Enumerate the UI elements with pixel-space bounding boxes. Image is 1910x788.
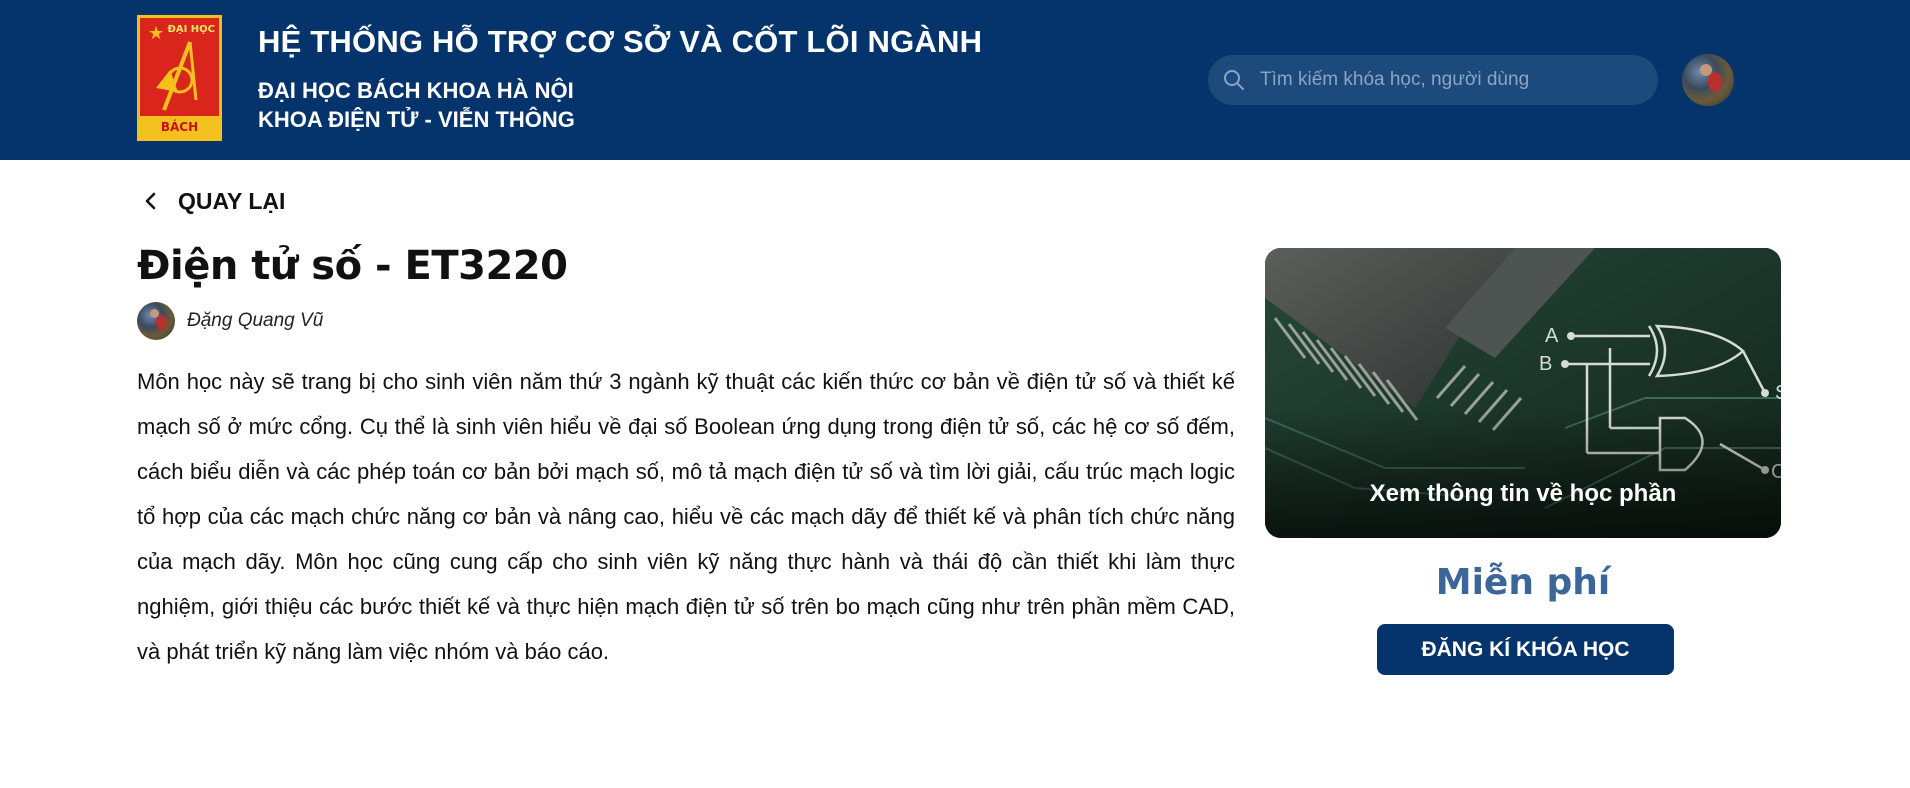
user-avatar[interactable] [1682,54,1734,106]
course-info-card[interactable]: A B S C Xem thông tin về học phần [1265,248,1781,538]
faculty-name: KHOA ĐIỆN TỬ - VIỄN THÔNG [258,107,575,132]
author-avatar[interactable] [137,302,175,340]
logo-top-text: ĐẠI HỌC [167,24,215,35]
search-box[interactable] [1208,55,1658,105]
course-title: Điện tử số - ET3220 [137,243,568,289]
register-course-button[interactable]: ĐĂNG KÍ KHÓA HỌC [1377,624,1674,675]
course-author: Đặng Quang Vũ [137,302,323,340]
system-title: HỆ THỐNG HỖ TRỢ CƠ SỞ VÀ CỐT LÕI NGÀNH [258,24,983,59]
course-price: Miễn phí [1435,562,1611,603]
logo-emblem-icon [156,41,198,111]
back-label: QUAY LẠI [178,187,286,214]
course-description: Môn học này sẽ trang bị cho sinh viên nă… [137,369,1235,664]
university-logo[interactable]: ★ ĐẠI HỌC BÁCH KHOA [137,15,222,141]
author-name[interactable]: Đặng Quang Vũ [187,310,323,332]
course-info-link[interactable]: Xem thông tin về học phần [1265,480,1781,508]
chevron-left-icon [145,192,156,210]
top-header: ★ ĐẠI HỌC BÁCH KHOA HỆ THỐNG HỖ TRỢ CƠ S… [0,0,1910,160]
back-button[interactable]: QUAY LẠI [140,183,285,219]
logo-bottom-text: BÁCH KHOA [140,116,219,138]
university-name: ĐẠI HỌC BÁCH KHOA HÀ NỘI [258,78,574,103]
search-input[interactable] [1260,55,1640,105]
search-icon[interactable] [1222,68,1246,92]
